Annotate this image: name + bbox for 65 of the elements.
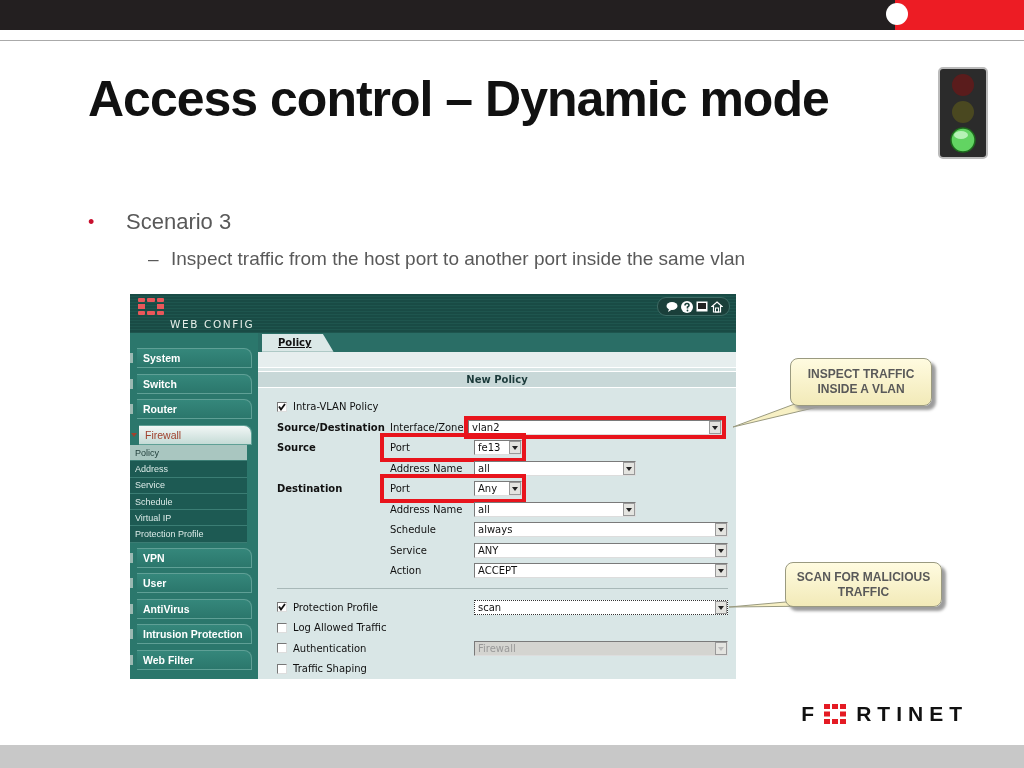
sidebar-subitem[interactable]: Schedule: [130, 493, 247, 511]
sidebar-subitem[interactable]: Protection Profile: [130, 526, 247, 543]
panel-title: New Policy: [258, 370, 736, 389]
sidebar-subitem[interactable]: Policy: [130, 445, 247, 462]
checkbox[interactable]: [277, 622, 287, 633]
field-label: Action: [390, 565, 423, 577]
help-icon[interactable]: [681, 300, 693, 313]
checkbox-label: Authentication: [293, 642, 367, 654]
checkmark-icon: [278, 603, 286, 612]
bullet-text: Inspect traffic from the host port to another port inside the same vlan: [171, 248, 746, 270]
checkmark-icon: [278, 402, 286, 411]
app-brand-name: WEB CONFIG: [170, 318, 255, 330]
dropdown-field[interactable]: fe13: [474, 440, 522, 456]
logo-grid-icon: [824, 704, 847, 724]
checkbox-label: Traffic Shaping: [293, 663, 367, 675]
form-group-label: Source: [277, 442, 317, 454]
monitor-icon[interactable]: [696, 301, 708, 312]
house-icon[interactable]: [711, 300, 723, 313]
logo-text: RTINET: [856, 702, 968, 726]
field-label: Service: [390, 544, 428, 556]
sidebar-item[interactable]: Firewall: [139, 424, 252, 445]
bullet-marker: –: [148, 248, 160, 270]
bullet-text: Scenario 3: [126, 209, 232, 235]
form-group-label: Source/Destination: [277, 421, 386, 433]
field-label: Interface/Zone: [390, 421, 465, 433]
form-group-label: Destination: [277, 483, 344, 495]
sidebar-subitem[interactable]: Virtual IP: [130, 510, 247, 527]
callout: INSPECT TRAFFIC INSIDE A VLAN: [790, 358, 932, 406]
field-label: Schedule: [390, 524, 437, 536]
checkbox-label: Log Allowed Traffic: [293, 622, 387, 634]
speech-bubble-icon[interactable]: [666, 301, 678, 312]
field-label: Address Name: [390, 462, 464, 474]
dropdown-field[interactable]: ACCEPT: [474, 563, 728, 579]
sidebar-subitem[interactable]: Address: [130, 461, 247, 478]
traffic-light-icon: [938, 67, 988, 159]
sidebar-item[interactable]: System: [137, 348, 252, 368]
bullet-marker: •: [88, 211, 96, 233]
dropdown-field[interactable]: all: [474, 460, 636, 476]
sidebar-item[interactable]: AntiVirus: [137, 598, 252, 619]
checkbox-label: Intra-VLAN Policy: [293, 401, 379, 413]
callout: SCAN FOR MALICIOUS TRAFFIC: [785, 562, 942, 607]
checkbox-label: Protection Profile: [293, 601, 378, 613]
dropdown-field[interactable]: vlan2: [468, 419, 722, 435]
sidebar-item[interactable]: VPN: [137, 547, 252, 568]
field-label: Port: [390, 483, 411, 495]
field-label: Port: [390, 442, 411, 454]
sidebar-subitem[interactable]: Service: [130, 477, 247, 494]
field-label: Address Name: [390, 503, 464, 515]
brand-logo-icon: [138, 298, 164, 315]
dropdown-field[interactable]: always: [474, 522, 728, 538]
checkbox[interactable]: [277, 401, 287, 412]
sidebar-item[interactable]: Switch: [137, 373, 252, 394]
slide-title: Access control – Dynamic mode: [88, 71, 829, 127]
sidebar-item[interactable]: Intrusion Protection: [137, 624, 252, 645]
sidebar-item[interactable]: User: [137, 573, 252, 594]
dropdown-field[interactable]: Any: [474, 481, 522, 497]
dropdown-field[interactable]: ANY: [474, 542, 728, 558]
checkbox[interactable]: [277, 663, 287, 674]
dropdown-field[interactable]: all: [474, 501, 636, 517]
logo-text: F: [801, 702, 821, 726]
sidebar-item[interactable]: Router: [137, 399, 252, 419]
tab[interactable]: Policy: [262, 333, 334, 352]
sidebar-item[interactable]: Web Filter: [137, 649, 252, 670]
dropdown-field[interactable]: scan: [474, 599, 728, 615]
checkbox[interactable]: [277, 602, 287, 613]
